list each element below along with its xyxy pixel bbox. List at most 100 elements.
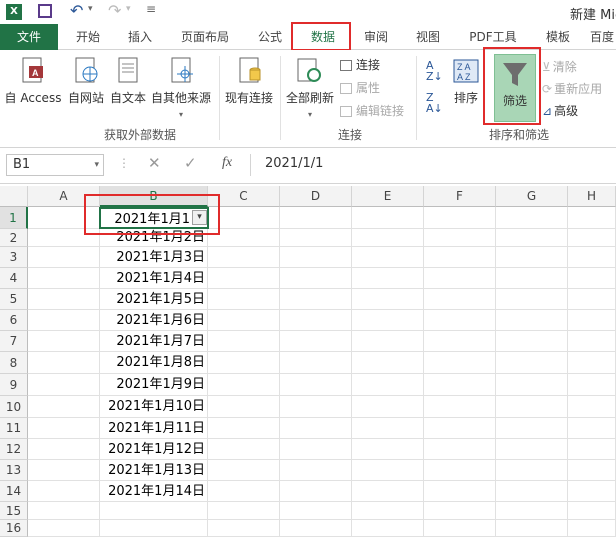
row-header[interactable]: 7	[0, 331, 28, 352]
connections-button[interactable]: 连接	[340, 56, 380, 73]
grid-cell[interactable]	[496, 229, 568, 247]
tab-home[interactable]: 开始	[66, 24, 110, 50]
grid-cell[interactable]	[496, 520, 568, 537]
grid-cell[interactable]	[352, 439, 424, 460]
customize-qat-icon[interactable]: ≡	[146, 2, 156, 16]
grid-cell[interactable]	[424, 374, 496, 396]
tab-baidu[interactable]: 百度	[590, 24, 616, 50]
name-box[interactable]: B1 ▾	[6, 154, 104, 176]
spreadsheet-grid[interactable]: A B C D E F G H 1 2021年1月1 2 2021年1月2日 3 2021…	[0, 186, 616, 546]
cell-value[interactable]: 2021年1月6日	[100, 310, 208, 331]
grid-cell[interactable]	[352, 502, 424, 520]
existing-connections-button[interactable]: 现有连接	[222, 56, 276, 106]
grid-cell[interactable]	[424, 331, 496, 352]
grid-cell[interactable]	[496, 331, 568, 352]
grid-cell[interactable]	[280, 310, 352, 331]
grid-cell[interactable]	[352, 247, 424, 268]
row-header[interactable]: 6	[0, 310, 28, 331]
tab-page-layout[interactable]: 页面布局	[170, 24, 240, 50]
grid-cell[interactable]	[280, 331, 352, 352]
grid-cell[interactable]	[280, 502, 352, 520]
grid-cell[interactable]	[424, 520, 496, 537]
row-header[interactable]: 5	[0, 289, 28, 310]
grid-cell[interactable]	[352, 289, 424, 310]
grid-cell[interactable]	[208, 310, 280, 331]
tab-review[interactable]: 审阅	[354, 24, 398, 50]
grid-cell[interactable]	[280, 247, 352, 268]
grid-cell[interactable]	[568, 502, 616, 520]
grid-cell[interactable]	[28, 268, 100, 289]
grid-cell[interactable]	[280, 439, 352, 460]
column-header-d[interactable]: D	[280, 186, 352, 207]
row-header[interactable]: 12	[0, 439, 28, 460]
sort-button[interactable]: Z AA Z 排序	[448, 56, 484, 106]
grid-cell[interactable]	[352, 310, 424, 331]
grid-cell[interactable]	[496, 418, 568, 439]
tab-templates[interactable]: 模板	[536, 24, 580, 50]
grid-cell[interactable]	[496, 460, 568, 481]
grid-cell[interactable]	[496, 247, 568, 268]
cell-value[interactable]: 2021年1月8日	[100, 352, 208, 374]
grid-cell[interactable]	[352, 520, 424, 537]
row-header[interactable]: 16	[0, 520, 28, 537]
grid-cell[interactable]	[424, 247, 496, 268]
row-header[interactable]: 9	[0, 374, 28, 396]
undo-icon[interactable]: ↶	[70, 1, 83, 20]
grid-cell[interactable]	[208, 331, 280, 352]
tab-view[interactable]: 视图	[406, 24, 450, 50]
cancel-icon[interactable]: ✕	[148, 154, 161, 172]
grid-cell[interactable]	[280, 229, 352, 247]
from-text-button[interactable]: 自文本	[106, 56, 150, 106]
grid-cell[interactable]	[424, 439, 496, 460]
grid-cell[interactable]	[280, 268, 352, 289]
grid-cell[interactable]	[352, 396, 424, 418]
refresh-all-button[interactable]: 全部刷新 ▾	[284, 56, 336, 120]
grid-cell[interactable]	[208, 502, 280, 520]
grid-cell[interactable]	[424, 207, 496, 229]
grid-cell[interactable]	[568, 331, 616, 352]
grid-cell[interactable]	[352, 331, 424, 352]
grid-cell[interactable]	[496, 481, 568, 502]
row-header[interactable]: 15	[0, 502, 28, 520]
grid-cell[interactable]	[568, 439, 616, 460]
grid-cell[interactable]	[280, 374, 352, 396]
grid-cell[interactable]	[496, 352, 568, 374]
grid-cell[interactable]	[568, 268, 616, 289]
grid-cell[interactable]	[568, 520, 616, 537]
grid-cell[interactable]	[352, 207, 424, 229]
grid-cell[interactable]	[496, 439, 568, 460]
sort-ascending-icon[interactable]: A Z↓	[426, 60, 443, 82]
grid-cell[interactable]	[28, 289, 100, 310]
from-web-button[interactable]: 自网站	[64, 56, 108, 106]
grid-cell[interactable]	[208, 520, 280, 537]
grid-cell[interactable]	[28, 310, 100, 331]
grid-cell[interactable]	[352, 481, 424, 502]
grid-cell[interactable]	[568, 310, 616, 331]
grid-cell[interactable]	[496, 207, 568, 229]
grid-cell[interactable]	[352, 268, 424, 289]
row-header[interactable]: 4	[0, 268, 28, 289]
redo-icon[interactable]: ↷	[108, 1, 121, 20]
cell-value[interactable]: 2021年1月4日	[100, 268, 208, 289]
row-header[interactable]: 11	[0, 418, 28, 439]
grid-cell[interactable]	[568, 289, 616, 310]
row-header[interactable]: 14	[0, 481, 28, 502]
grid-cell[interactable]	[208, 439, 280, 460]
grid-cell[interactable]	[28, 352, 100, 374]
cell-value[interactable]: 2021年1月12日	[100, 439, 208, 460]
chevron-down-icon[interactable]: ▾	[94, 155, 99, 175]
grid-cell[interactable]	[568, 374, 616, 396]
column-header-g[interactable]: G	[496, 186, 568, 207]
grid-cell[interactable]	[568, 207, 616, 229]
grid-cell[interactable]	[208, 418, 280, 439]
tab-insert[interactable]: 插入	[118, 24, 162, 50]
grid-cell[interactable]	[424, 310, 496, 331]
grid-cell[interactable]	[280, 396, 352, 418]
grid-cell[interactable]	[208, 396, 280, 418]
grid-cell[interactable]	[352, 460, 424, 481]
grid-cell[interactable]	[280, 520, 352, 537]
grid-cell[interactable]	[424, 289, 496, 310]
grid-cell[interactable]	[208, 352, 280, 374]
grid-cell[interactable]	[424, 502, 496, 520]
grid-cell[interactable]	[496, 310, 568, 331]
